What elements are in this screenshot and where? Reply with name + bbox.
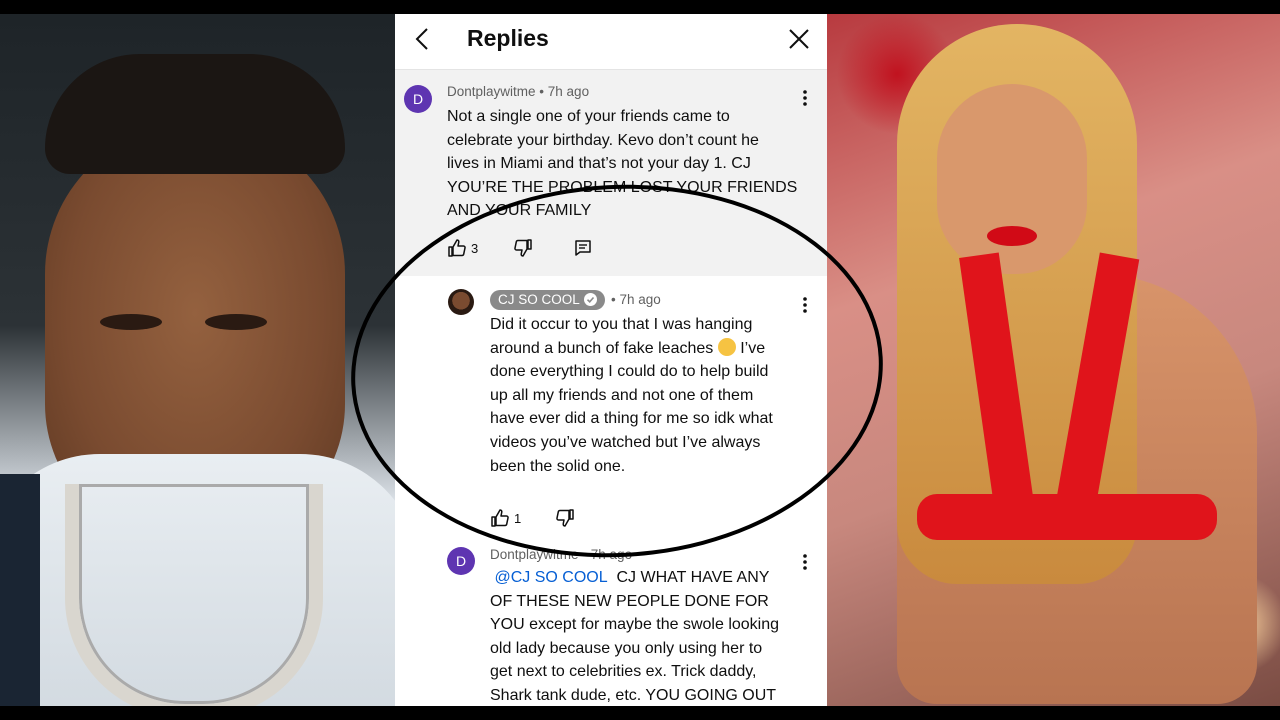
- jacket-zip: [0, 474, 40, 706]
- comment-line: @CJ SO COOL CJ WHAT HAVE ANY: [490, 566, 820, 590]
- comment-line: get next to celebrities ex. Trick daddy,: [490, 663, 757, 681]
- close-icon[interactable]: [787, 27, 811, 51]
- reply-comment: CJ SO COOL • 7h ago Did it occur to you …: [395, 276, 827, 534]
- comment-line: done everything I could do to help build: [490, 363, 769, 381]
- like-count: 3: [471, 241, 479, 256]
- reply-comment-icon[interactable]: [573, 238, 593, 258]
- thinking-face-icon: [717, 337, 736, 356]
- replies-header: Replies: [395, 14, 827, 69]
- comment-text: @CJ SO COOL CJ WHAT HAVE ANY OF THESE NE…: [490, 566, 820, 706]
- like-icon[interactable]: [490, 508, 510, 528]
- page-title: Replies: [467, 25, 549, 51]
- comment-line: YOU except for maybe the swole looking: [490, 616, 780, 634]
- mention-link[interactable]: @CJ SO COOL: [494, 569, 607, 586]
- timestamp: 7h ago: [547, 84, 590, 99]
- eye-right: [205, 314, 267, 330]
- comment-line: Did it occur to you that I was hanging: [490, 316, 753, 333]
- like-icon[interactable]: [447, 238, 467, 258]
- parent-comment: D Dontplaywitme • 7h ago Not a single on…: [395, 70, 827, 276]
- comment-line: YOU’RE THE PROBLEM LOST YOUR FRIENDS: [447, 178, 798, 196]
- comment-line: AND YOUR FAMILY: [447, 202, 592, 220]
- replies-panel: Replies D Dontplaywitme • 7h ago Not a s…: [395, 14, 827, 706]
- left-photo-man: [0, 14, 395, 706]
- bottom-letterbox: [0, 706, 1280, 720]
- eye-left: [100, 314, 162, 330]
- dislike-icon[interactable]: [555, 508, 575, 528]
- author-name[interactable]: Dontplaywitme: [447, 84, 536, 99]
- comment-text: Not a single one of your friends came to…: [447, 105, 817, 223]
- comment-line: celebrate your birthday. Kevo don’t coun…: [447, 131, 759, 149]
- creator-badge[interactable]: CJ SO COOL: [490, 290, 605, 310]
- avatar[interactable]: D: [404, 85, 432, 113]
- timestamp: 7h ago: [619, 292, 661, 307]
- comment-line: lives in Miami and that’s not your day 1…: [447, 155, 751, 173]
- comment-line-part: CJ WHAT HAVE ANY: [616, 569, 770, 586]
- comment-text: Did it occur to you that I was hanging a…: [490, 313, 820, 478]
- comment-meta: Dontplaywitme • 7h ago: [490, 547, 633, 562]
- author-name[interactable]: Dontplaywitme: [490, 547, 579, 562]
- comment-line: Not a single one of your friends came to: [447, 108, 730, 125]
- red-belt: [917, 494, 1217, 540]
- comment-line: OF THESE NEW PEOPLE DONE FOR: [490, 592, 769, 610]
- comment-line: Shark tank dude, etc. YOU GOING OUT: [490, 686, 777, 704]
- reply-comment: D Dontplaywitme • 7h ago @CJ SO COOL CJ …: [395, 534, 827, 706]
- hair: [45, 54, 345, 174]
- dislike-icon[interactable]: [513, 238, 533, 258]
- comment-line: up all my friends and not one of them: [490, 386, 754, 404]
- comment-line: old lady because you only using her to: [490, 639, 763, 657]
- chain-necklace: [65, 484, 323, 706]
- avatar[interactable]: D: [447, 547, 475, 575]
- top-letterbox: [0, 0, 1280, 14]
- comment-meta: • 7h ago: [611, 292, 661, 307]
- comment-line: around a bunch of fake leaches I’ve: [490, 337, 820, 361]
- comment-line: have ever did a thing for me so idk what: [490, 410, 773, 428]
- author-name: CJ SO COOL: [498, 292, 580, 307]
- right-photo-woman: [827, 14, 1280, 706]
- comment-line-part: around a bunch of fake leaches: [490, 339, 714, 357]
- like-count: 1: [514, 511, 522, 526]
- comment-line-part: I’ve: [740, 339, 766, 357]
- verified-check-icon: [583, 293, 597, 306]
- comment-meta: Dontplaywitme • 7h ago: [447, 84, 590, 99]
- avatar[interactable]: [448, 289, 474, 315]
- timestamp: 7h ago: [590, 547, 633, 562]
- more-vert-icon[interactable]: [802, 296, 808, 314]
- comment-line: videos you’ve watched but I’ve always: [490, 433, 761, 451]
- comment-line: been the solid one.: [490, 457, 626, 475]
- chevron-left-icon[interactable]: [410, 26, 436, 52]
- lips: [987, 226, 1037, 246]
